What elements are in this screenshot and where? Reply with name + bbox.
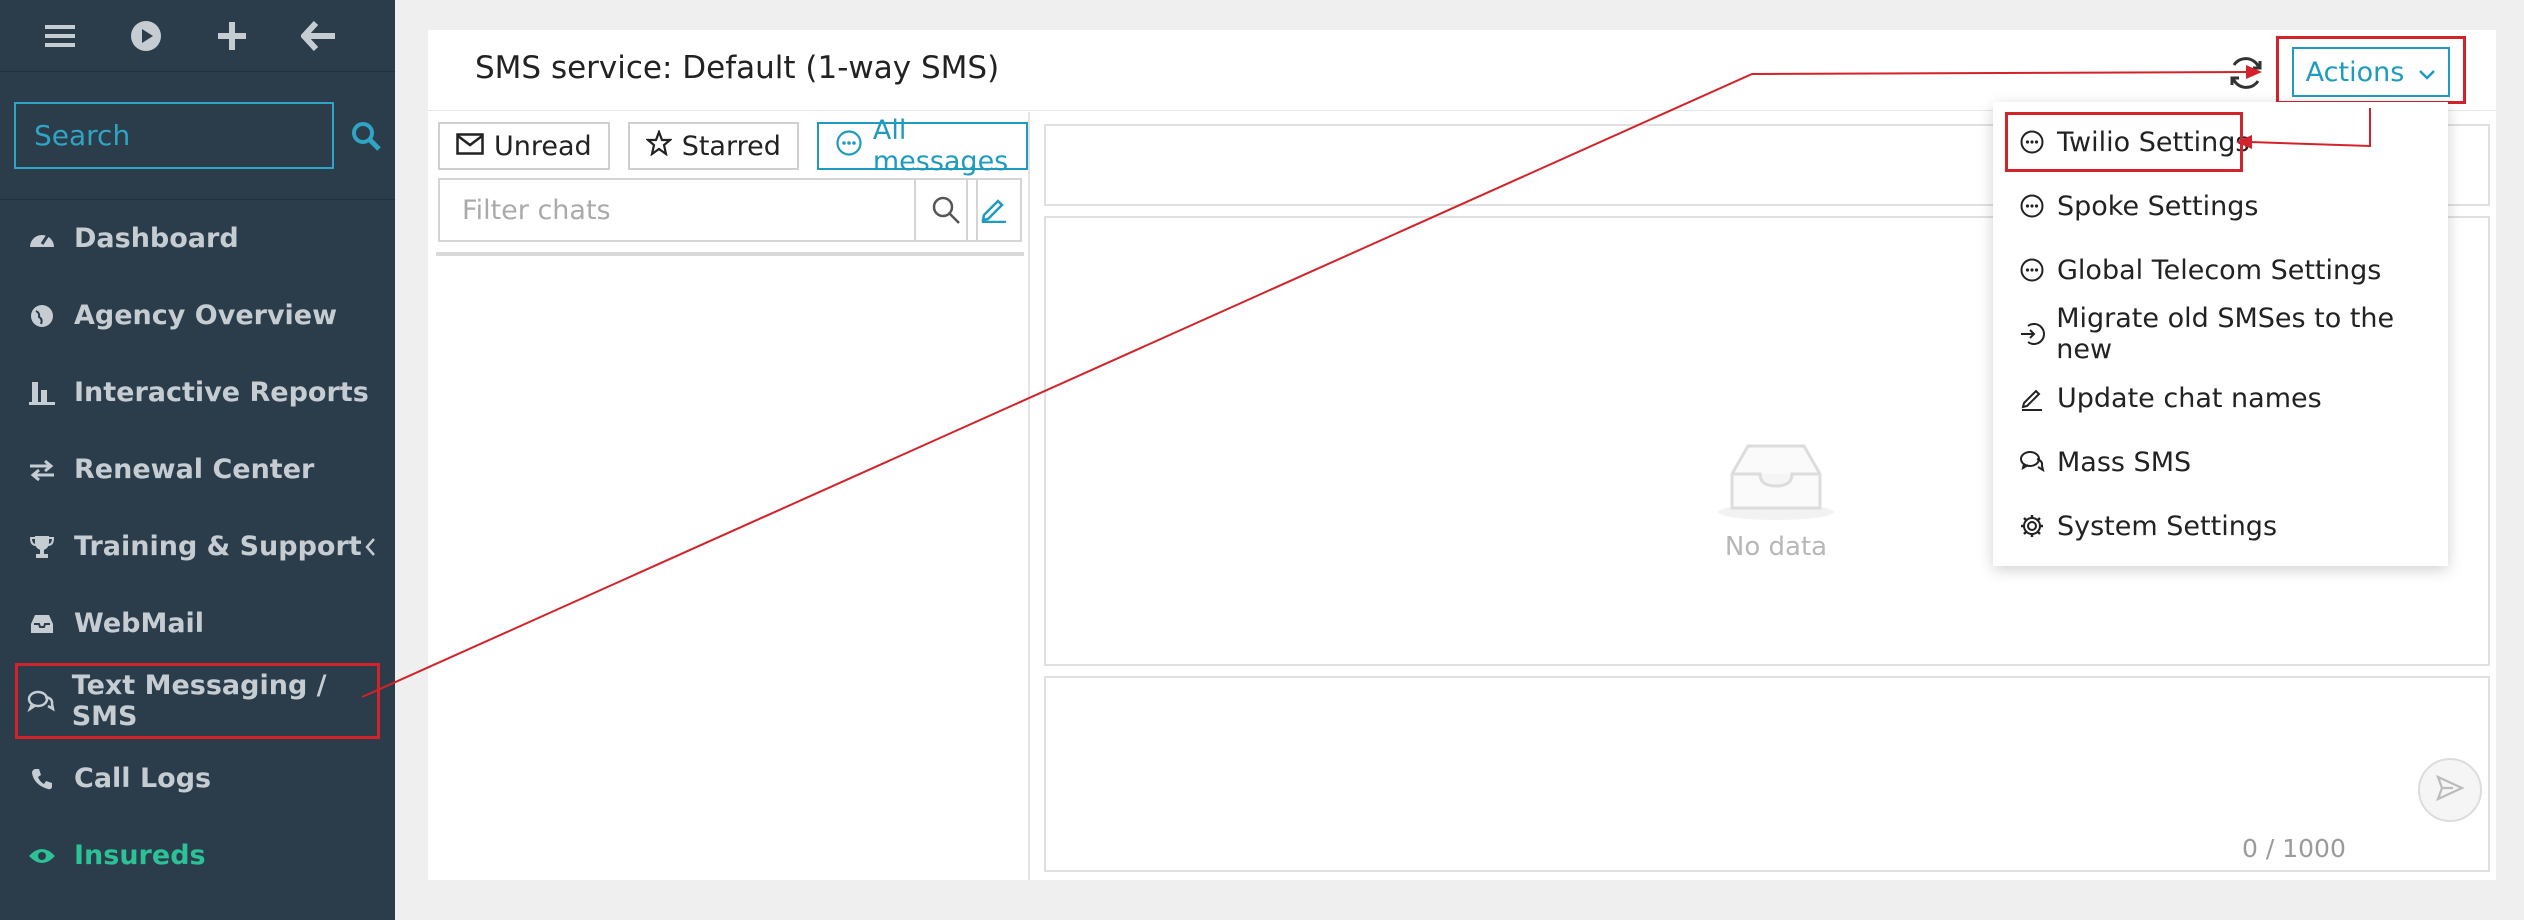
menu-item-label: Global Telecom Settings [2057, 254, 2382, 286]
sidebar-item-webmail[interactable]: WebMail [0, 585, 395, 662]
search-input[interactable]: Search [14, 102, 334, 169]
messages-icon [2017, 447, 2047, 477]
chat-icon [835, 129, 863, 164]
compose-button[interactable] [966, 178, 1022, 242]
phone-icon [24, 761, 60, 797]
menu-item-label: Twilio Settings [2057, 126, 2250, 158]
menu-item-update-chat-names[interactable]: Update chat names [1993, 366, 2448, 430]
sidebar-item-insureds[interactable]: Insureds [0, 817, 395, 894]
bar-chart-icon [24, 375, 60, 411]
menu-item-migrate-sms[interactable]: Migrate old SMSes to the new [1993, 302, 2448, 366]
sidebar-search: Search [0, 72, 395, 200]
sidebar-item-text-messaging[interactable]: Text Messaging / SMS [14, 662, 381, 740]
eye-icon [24, 838, 60, 874]
plus-icon[interactable] [212, 16, 252, 56]
all-messages-label: All messages [872, 115, 1009, 177]
empty-inbox-icon [1716, 444, 1836, 526]
starred-label: Starred [681, 130, 781, 162]
edit-icon [2017, 383, 2047, 413]
menu-item-label: Migrate old SMSes to the new [2056, 303, 2395, 365]
message-filters: Unread Starred All messages [438, 115, 1028, 177]
sidebar-item-label: Text Messaging / SMS [71, 670, 327, 732]
exchange-icon [24, 452, 60, 488]
filter-chats-input[interactable]: Filter chats [438, 178, 916, 242]
sidebar-item-label: Interactive Reports [74, 377, 369, 408]
menu-item-label: System Settings [2057, 510, 2278, 542]
login-icon [2017, 319, 2046, 349]
all-messages-filter-button[interactable]: All messages [816, 115, 1028, 177]
sidebar-toolbar [0, 0, 395, 72]
comments-icon [24, 683, 58, 719]
chevron-left-icon [363, 534, 377, 565]
sidebar: Search Dashboard Agency Overview Interac… [0, 0, 395, 920]
sidebar-item-interactive-reports[interactable]: Interactive Reports [0, 354, 395, 431]
chat-icon [2017, 191, 2047, 221]
message-input-area[interactable]: 0 / 1000 [1044, 676, 2490, 872]
sidebar-item-label: Renewal Center [74, 454, 315, 485]
sidebar-item-dashboard[interactable]: Dashboard [0, 200, 395, 277]
actions-dropdown-menu: Twilio Settings Spoke Settings Global Te… [1993, 102, 2448, 566]
chevron-down-icon [2418, 57, 2436, 88]
menu-item-label: Spoke Settings [2057, 190, 2259, 222]
actions-label: Actions [2305, 56, 2405, 88]
refresh-icon[interactable] [2225, 52, 2267, 94]
unread-label: Unread [494, 130, 592, 162]
send-icon [2435, 773, 2465, 807]
sidebar-item-label: Dashboard [74, 223, 239, 254]
envelope-icon [456, 131, 484, 162]
chat-icon [2017, 255, 2047, 285]
menu-item-label: Update chat names [2057, 382, 2322, 414]
sidebar-item-training-support[interactable]: Training & Support [0, 508, 395, 585]
sidebar-item-renewal-center[interactable]: Renewal Center [0, 431, 395, 508]
globe-icon [24, 298, 60, 334]
star-icon [644, 128, 673, 163]
menu-item-label: Mass SMS [2057, 446, 2192, 478]
page-title: SMS service: Default (1-way SMS) [475, 50, 1000, 86]
sidebar-item-label: Insureds [74, 840, 206, 871]
actions-button[interactable]: Actions [2292, 47, 2450, 97]
search-icon[interactable] [346, 116, 386, 156]
menu-item-mass-sms[interactable]: Mass SMS [1993, 430, 2448, 494]
menu-icon[interactable] [40, 16, 80, 56]
sidebar-item-agency-overview[interactable]: Agency Overview [0, 277, 395, 354]
play-icon[interactable] [126, 16, 166, 56]
sidebar-item-label: Agency Overview [74, 300, 338, 331]
menu-item-spoke-settings[interactable]: Spoke Settings [1993, 174, 2448, 238]
back-arrow-icon[interactable] [298, 16, 338, 56]
gear-icon [2017, 511, 2047, 541]
char-counter: 0 / 1000 [2242, 834, 2346, 863]
empty-text: No data [1724, 532, 1828, 562]
edit-icon [979, 193, 1009, 227]
list-divider [436, 252, 1024, 256]
sidebar-item-call-logs[interactable]: Call Logs [0, 740, 395, 817]
sidebar-item-label: Training & Support [74, 531, 362, 562]
send-button[interactable] [2418, 758, 2482, 822]
empty-state: No data [1706, 438, 1846, 562]
menu-item-system-settings[interactable]: System Settings [1993, 494, 2448, 558]
dashboard-icon [24, 221, 60, 257]
trophy-icon [24, 529, 60, 565]
sidebar-item-label: WebMail [74, 608, 205, 639]
starred-filter-button[interactable]: Starred [627, 122, 799, 170]
sidebar-nav: Dashboard Agency Overview Interactive Re… [0, 200, 395, 894]
menu-item-global-telecom-settings[interactable]: Global Telecom Settings [1993, 238, 2448, 302]
unread-filter-button[interactable]: Unread [438, 122, 610, 170]
chat-list-column: Unread Starred All messages Filter chats [428, 112, 1030, 880]
sidebar-item-label: Call Logs [74, 763, 212, 794]
inbox-icon [24, 606, 60, 642]
menu-item-twilio-settings[interactable]: Twilio Settings [1993, 110, 2448, 174]
chat-icon [2017, 127, 2047, 157]
